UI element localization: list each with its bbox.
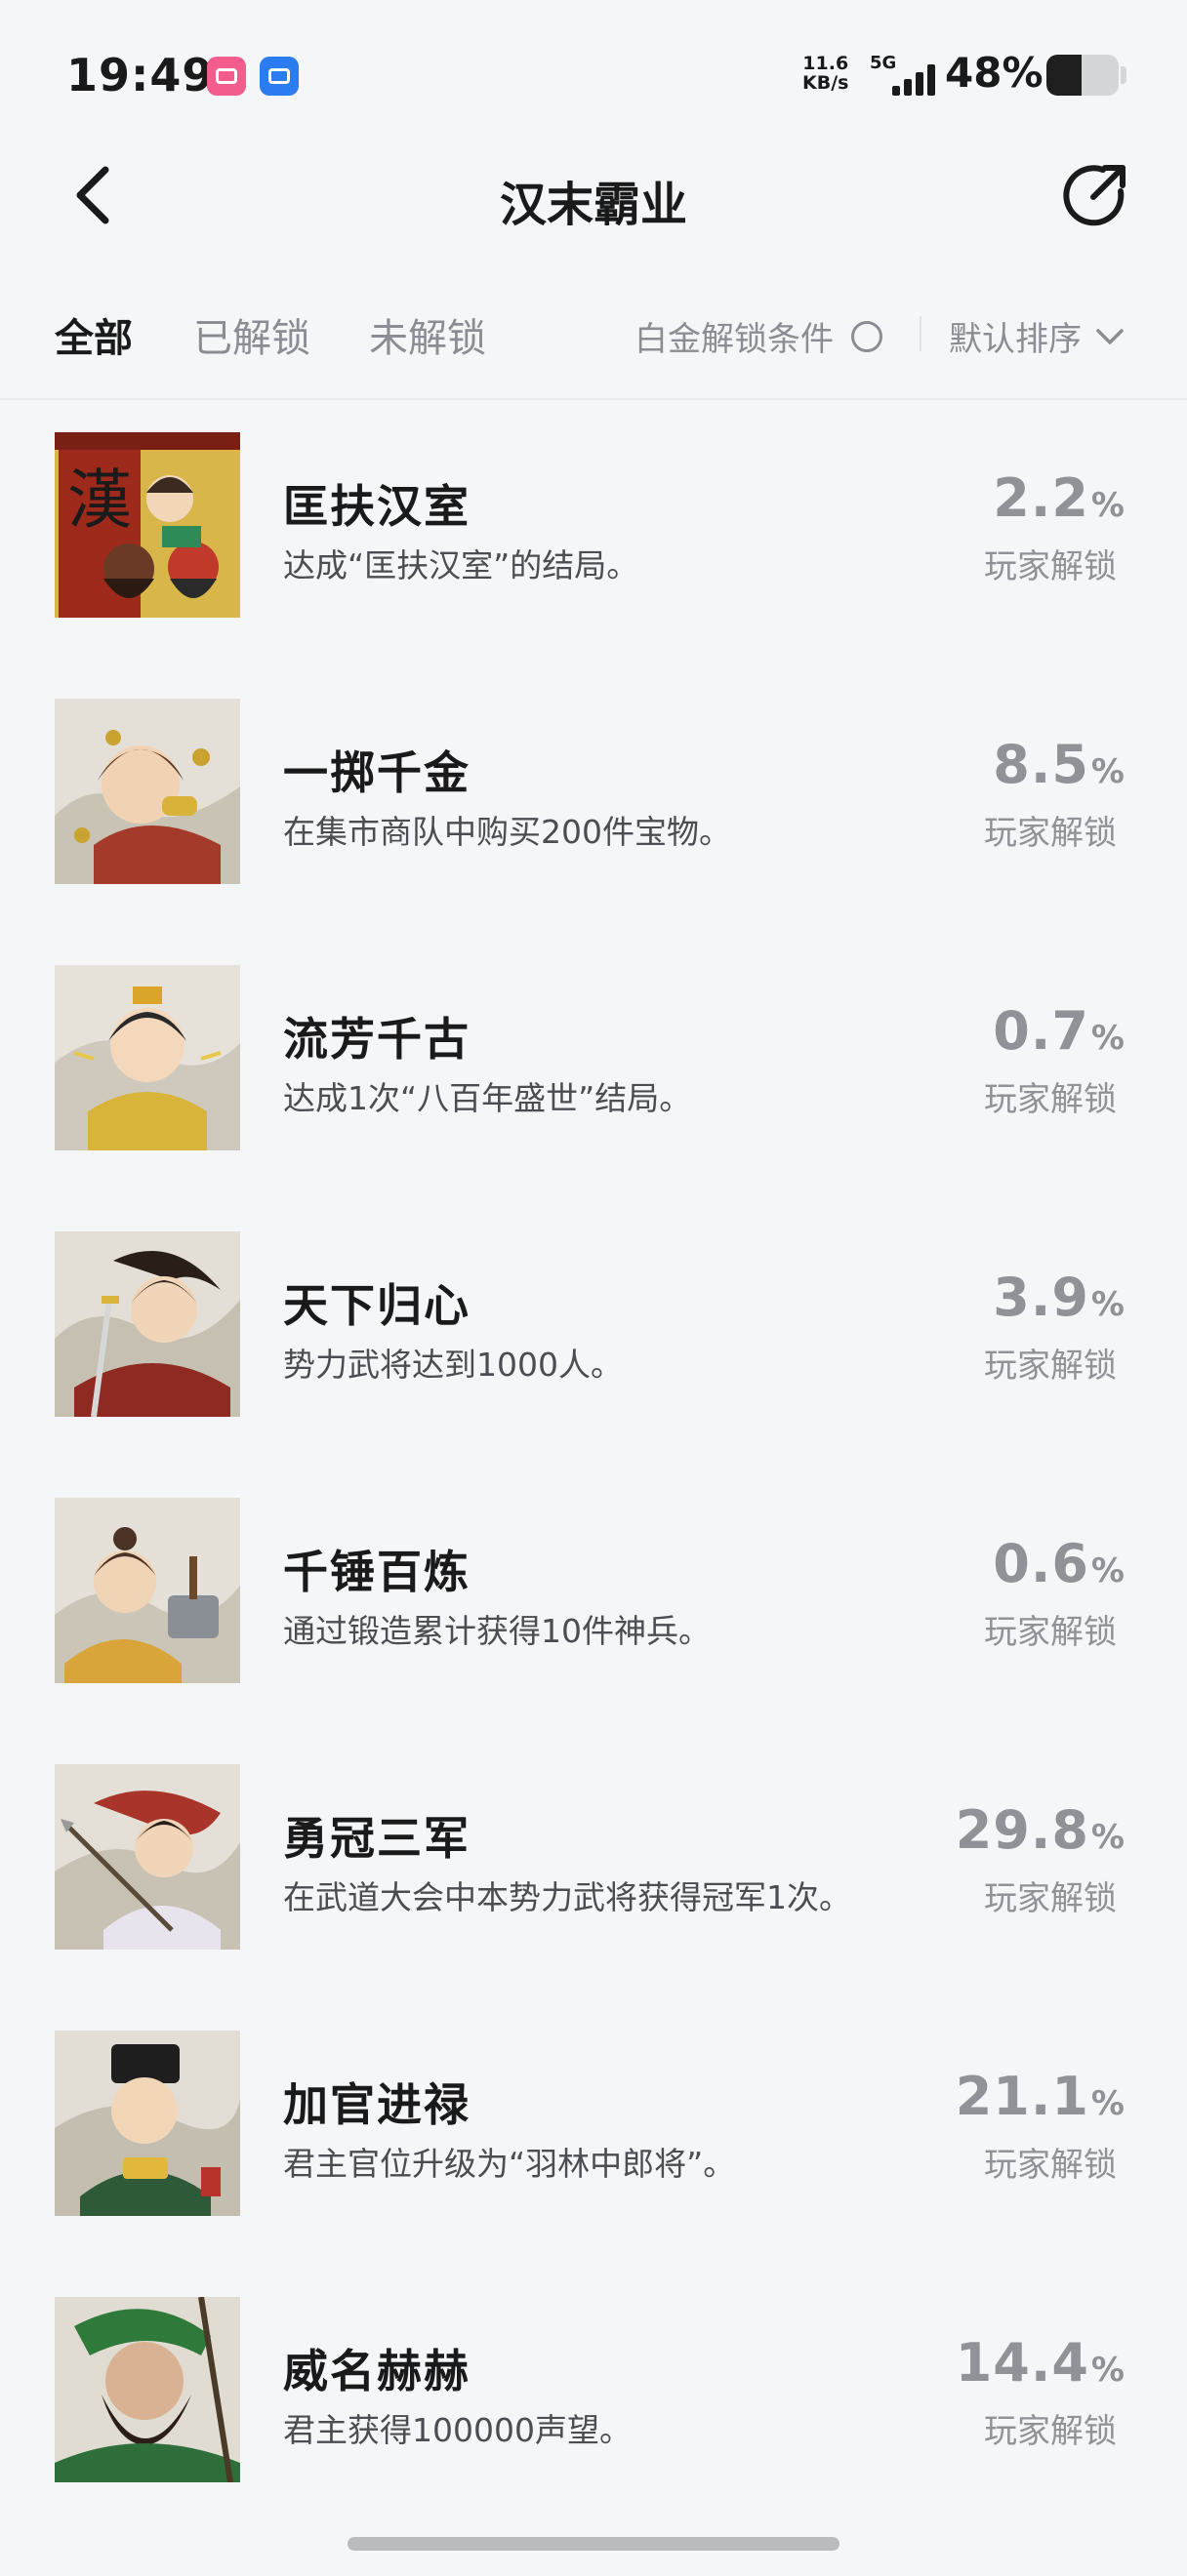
achievement-title: 匡扶汉室 <box>283 480 471 533</box>
unlock-percent: 3.9% <box>993 1267 1125 1328</box>
share-icon <box>1063 165 1126 226</box>
achievement-title: 一掷千金 <box>283 746 471 799</box>
achievement-title: 千锤百炼 <box>283 1546 471 1598</box>
unlock-label: 玩家解锁 <box>984 547 1117 586</box>
unlock-percent: 2.2% <box>993 467 1125 529</box>
achievement-item[interactable]: 勇冠三军 在武道大会中本势力武将获得冠军1次。 29.8% 玩家解锁 <box>0 1764 1187 2031</box>
achievement-thumbnail <box>55 1498 240 1683</box>
achievements-page: 19:49 11.6 KB/s 5G 48% 汉末霸业 全部 已解锁 未解锁 白… <box>0 0 1187 2576</box>
tab-locked[interactable]: 未解锁 <box>369 306 486 363</box>
achievement-item[interactable]: 千锤百炼 通过锻造累计获得10件神兵。 0.6% 玩家解锁 <box>0 1498 1187 1764</box>
unlock-label: 玩家解锁 <box>984 1080 1117 1119</box>
filter-bar: 全部 已解锁 未解锁 白金解锁条件 默认排序 <box>0 293 1187 400</box>
unlock-percent: 0.7% <box>993 1000 1125 1062</box>
unlock-label: 玩家解锁 <box>984 1879 1117 1918</box>
unlock-percent: 14.4% <box>955 2332 1125 2394</box>
battery-icon <box>1046 55 1119 96</box>
sort-label: 默认排序 <box>949 320 1082 359</box>
achievement-list: 漢 匡扶汉室 达成“匡扶汉室”的结局。 2.2% 玩家解锁 一掷千金 在集市商队… <box>0 432 1187 2563</box>
achievement-item[interactable]: 加官进禄 君主官位升级为“羽林中郎将”。 21.1% 玩家解锁 <box>0 2031 1187 2297</box>
page-title: 汉末霸业 <box>499 178 687 232</box>
achievement-title: 勇冠三军 <box>283 1812 471 1865</box>
achievement-description: 君主获得100000声望。 <box>283 2411 632 2449</box>
tab-all[interactable]: 全部 <box>55 306 133 363</box>
achievement-thumbnail: 漢 <box>55 432 240 618</box>
battery-percent: 48% <box>945 49 1044 97</box>
unlock-label: 玩家解锁 <box>984 814 1117 853</box>
unlock-percent: 21.1% <box>955 2066 1125 2127</box>
achievement-item[interactable]: 流芳千古 达成1次“八百年盛世”结局。 0.7% 玩家解锁 <box>0 965 1187 1231</box>
tab-unlocked[interactable]: 已解锁 <box>193 306 310 363</box>
network-speed: 11.6 KB/s <box>802 53 849 94</box>
unlock-label: 玩家解锁 <box>984 2146 1117 2185</box>
achievement-title: 威名赫赫 <box>283 2345 471 2397</box>
achievement-thumbnail <box>55 1231 240 1417</box>
bilibili-icon <box>207 57 246 96</box>
achievement-item[interactable]: 一掷千金 在集市商队中购买200件宝物。 8.5% 玩家解锁 <box>0 699 1187 965</box>
achievement-description: 通过锻造累计获得10件神兵。 <box>283 1612 711 1650</box>
unlock-percent: 29.8% <box>955 1799 1125 1861</box>
platinum-label: 白金解锁条件 <box>634 320 834 359</box>
achievement-thumbnail <box>55 1764 240 1950</box>
achievement-item[interactable]: 天下归心 势力武将达到1000人。 3.9% 玩家解锁 <box>0 1231 1187 1498</box>
achievement-item[interactable]: 威名赫赫 君主获得100000声望。 14.4% 玩家解锁 <box>0 2297 1187 2563</box>
chevron-down-icon <box>1096 328 1124 344</box>
share-button[interactable] <box>1056 156 1134 234</box>
achievement-thumbnail <box>55 965 240 1150</box>
signal-icon <box>884 59 935 96</box>
divider <box>920 316 921 351</box>
achievement-title: 天下归心 <box>283 1279 471 1332</box>
sort-dropdown[interactable]: 默认排序 <box>949 312 1125 360</box>
unlock-percent: 8.5% <box>993 734 1125 795</box>
status-bar: 19:49 11.6 KB/s 5G 48% <box>0 0 1187 146</box>
achievement-description: 达成“匡扶汉室”的结局。 <box>283 546 639 584</box>
achievement-title: 加官进禄 <box>283 2078 471 2131</box>
achievement-description: 在集市商队中购买200件宝物。 <box>283 813 731 851</box>
achievement-description: 达成1次“八百年盛世”结局。 <box>283 1079 692 1117</box>
achievement-title: 流芳千古 <box>283 1013 471 1066</box>
achievement-description: 君主官位升级为“羽林中郎将”。 <box>283 2145 736 2183</box>
achievement-description: 在武道大会中本势力武将获得冠军1次。 <box>283 1878 851 1916</box>
unlock-label: 玩家解锁 <box>984 2412 1117 2451</box>
radio-circle-icon[interactable] <box>851 320 882 352</box>
achievement-thumbnail <box>55 2297 240 2482</box>
screen-mirror-icon <box>260 57 299 96</box>
unlock-percent: 0.6% <box>993 1533 1125 1594</box>
achievement-thumbnail <box>55 699 240 884</box>
platinum-condition-toggle[interactable]: 白金解锁条件 <box>634 312 882 360</box>
home-indicator[interactable] <box>348 2537 839 2551</box>
achievement-item[interactable]: 漢 匡扶汉室 达成“匡扶汉室”的结局。 2.2% 玩家解锁 <box>0 432 1187 699</box>
unlock-label: 玩家解锁 <box>984 1613 1117 1652</box>
unlock-label: 玩家解锁 <box>984 1347 1117 1386</box>
achievement-description: 势力武将达到1000人。 <box>283 1346 623 1384</box>
nav-bar: 汉末霸业 <box>0 146 1187 244</box>
status-time: 19:49 <box>66 49 215 101</box>
achievement-thumbnail <box>55 2031 240 2216</box>
han-character-logo: 漢 <box>67 463 132 538</box>
